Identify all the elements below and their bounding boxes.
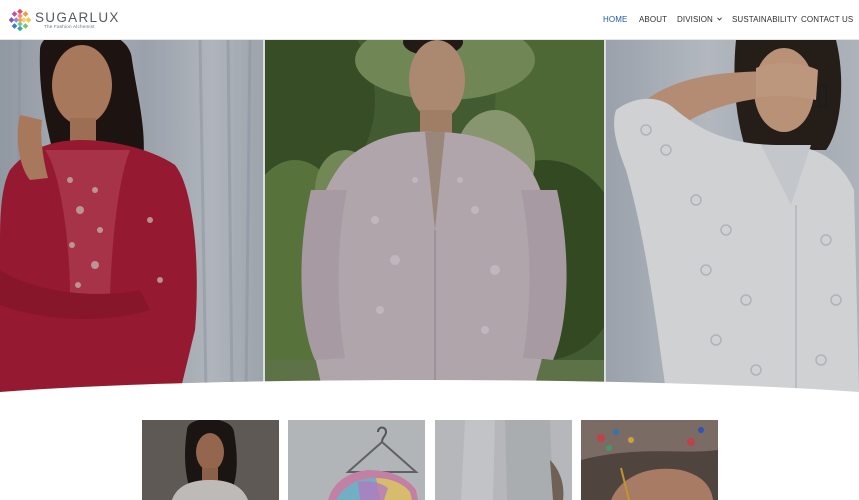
category-card[interactable]: [435, 420, 572, 500]
hero-panel-lilac-tunic: [265, 40, 605, 392]
tie-dye-hanger-image: [288, 420, 425, 500]
hero-banner: [0, 40, 859, 392]
nav-item-about[interactable]: ABOUT: [639, 14, 667, 25]
hero-panel-white-shirt: [606, 40, 859, 392]
hand-embroidery-image: [581, 420, 718, 500]
category-cards: [0, 420, 859, 500]
nav-item-home[interactable]: HOME: [603, 14, 627, 25]
nav-item-contact-us[interactable]: CONTACT US: [801, 14, 853, 25]
category-card[interactable]: [288, 420, 425, 500]
hero-panel-red-kurta: [0, 40, 264, 392]
lilac-tunic-image: [265, 40, 605, 392]
hero-bottom-curve: [0, 380, 859, 392]
chevron-down-icon: [717, 17, 722, 21]
model-white-kurta-image: [142, 420, 279, 500]
red-kurta-image: [0, 40, 264, 392]
main-nav: HOME ABOUT DIVISION SUSTAINABILITY CONTA…: [0, 0, 859, 40]
white-shirt-image: [606, 40, 859, 392]
category-card[interactable]: [142, 420, 279, 500]
nav-item-division-label: DIVISION: [677, 15, 713, 24]
white-fabric-image: [435, 420, 572, 500]
category-card[interactable]: [581, 420, 718, 500]
site-header: SUGARLUX The Fashion Alchemist HOME ABOU…: [0, 0, 859, 40]
nav-item-sustainability[interactable]: SUSTAINABILITY: [732, 14, 797, 25]
nav-item-division[interactable]: DIVISION: [677, 14, 722, 25]
